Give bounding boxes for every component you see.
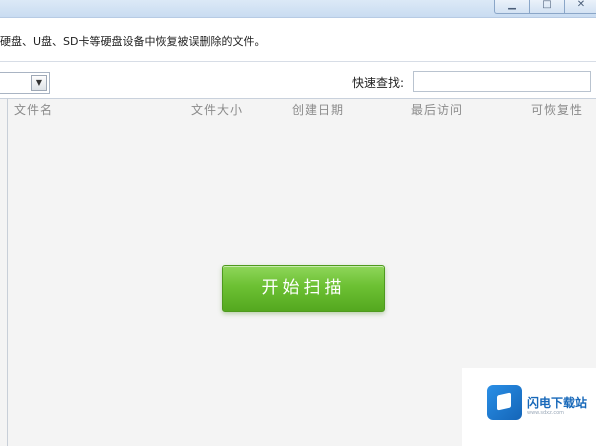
cube-logo-icon (487, 385, 522, 420)
description-text: 硬盘、U盘、SD卡等硬盘设备中恢复被误删除的文件。 (0, 35, 266, 48)
column-header-recoverability[interactable]: 可恢复性 (531, 101, 583, 118)
watermark-subtext: www.sdxz.com (527, 410, 565, 416)
column-header-created[interactable]: 创建日期 (292, 101, 344, 118)
search-label: 快速查找: (352, 76, 405, 90)
start-scan-button[interactable]: 开始扫描 (222, 265, 385, 312)
watermark-text: 闪电下载站 (527, 396, 588, 410)
dropdown-arrow-icon[interactable]: ▼ (31, 75, 47, 91)
maximize-button[interactable]: □ (529, 0, 565, 14)
search-input[interactable] (413, 71, 591, 92)
minimize-button[interactable]: ▁ (494, 0, 530, 14)
divider (7, 98, 8, 446)
divider (0, 61, 596, 62)
drive-select[interactable]: ▼ (0, 72, 50, 94)
close-button[interactable]: ✕ (564, 0, 596, 14)
column-header-size[interactable]: 文件大小 (191, 101, 243, 118)
title-bar: ▁ □ ✕ (0, 0, 596, 18)
column-header-name[interactable]: 文件名 (14, 101, 53, 118)
column-header-accessed[interactable]: 最后访问 (411, 101, 463, 118)
file-list-header: 文件名 文件大小 创建日期 最后访问 可恢复性 (0, 99, 596, 119)
